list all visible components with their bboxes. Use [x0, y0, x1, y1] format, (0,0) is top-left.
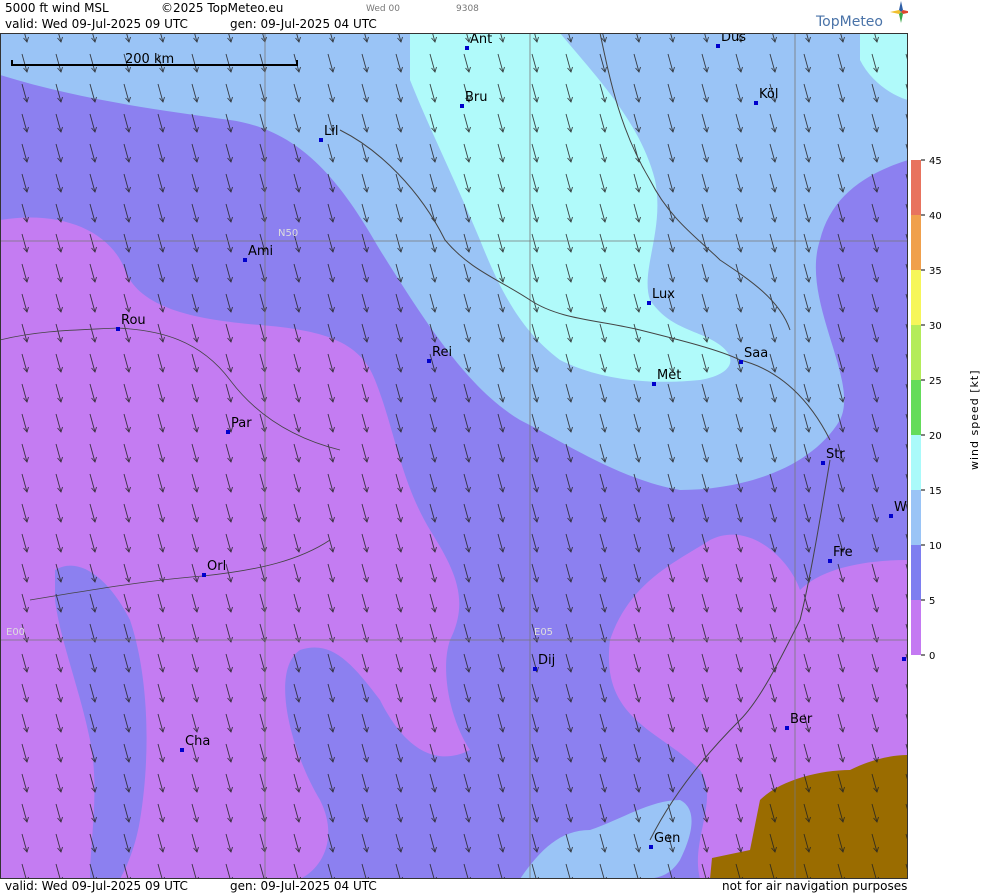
legend-tick-label: 15: [929, 486, 942, 497]
legend-swatch: [911, 215, 921, 270]
city-dot: [243, 258, 247, 262]
city-dot: [533, 667, 537, 671]
city-dot: [116, 327, 120, 331]
grid-label-n50: N50: [278, 228, 299, 239]
legend-swatch: [911, 545, 921, 600]
legend-tick-label: 25: [929, 376, 942, 387]
city-label[interactable]: Met: [657, 368, 681, 383]
legend-tick-label: 5: [929, 596, 935, 607]
city-dot: [319, 138, 323, 142]
legend-tick-label: 10: [929, 541, 942, 552]
city-dot: [465, 46, 469, 50]
city-label[interactable]: Bru: [465, 90, 488, 105]
footer-generated-time: gen: 09-Jul-2025 04 UTC: [230, 879, 377, 893]
grid-label-e05: E05: [534, 627, 554, 638]
legend-colorbar: 45 40 35 30 25 20 15 10 5 0: [911, 156, 942, 662]
legend-tick-label: 0: [929, 651, 935, 662]
city-dot: [427, 359, 431, 363]
city-dot: [785, 726, 789, 730]
legend-tick-label: 30: [929, 321, 942, 332]
city-label[interactable]: Par: [231, 416, 252, 431]
city-label[interactable]: Saa: [744, 346, 768, 361]
valid-time: valid: Wed 09-Jul-2025 09 UTC: [5, 17, 188, 31]
brand-logo: TopMeteo: [816, 14, 883, 30]
city-label[interactable]: Rei: [432, 345, 452, 360]
legend-swatch: [911, 600, 921, 655]
legend-swatch: [911, 325, 921, 380]
city-dot: [739, 360, 743, 364]
city-label[interactable]: W: [894, 500, 907, 515]
city-dot: [902, 657, 906, 661]
legend-swatch: [911, 380, 921, 435]
city-label[interactable]: Rou: [121, 313, 146, 328]
footer-valid-time: valid: Wed 09-Jul-2025 09 UTC: [5, 879, 188, 893]
run-code-label: 9308: [456, 4, 479, 14]
product-title: 5000 ft wind MSL: [5, 1, 109, 15]
legend-swatch: [911, 490, 921, 545]
city-dot: [202, 573, 206, 577]
city-dot: [754, 101, 758, 105]
city-label[interactable]: Orl: [207, 559, 226, 574]
city-dot: [647, 301, 651, 305]
grid-label-e00: E00: [6, 627, 26, 638]
city-label[interactable]: Lux: [652, 287, 675, 302]
city-dot: [652, 382, 656, 386]
city-dot: [649, 845, 653, 849]
legend-tick-label: 35: [929, 266, 942, 277]
generated-time: gen: 09-Jul-2025 04 UTC: [230, 17, 377, 31]
legend-title: wind speed [kt]: [968, 369, 981, 471]
legend-tick-label: 45: [929, 156, 942, 167]
city-label[interactable]: Lil: [324, 124, 338, 139]
city-dot: [180, 748, 184, 752]
wind-field: [1, 34, 907, 878]
city-label[interactable]: Ber: [790, 712, 812, 727]
city-dot: [226, 430, 230, 434]
city-dot: [716, 44, 720, 48]
city-dot: [821, 461, 825, 465]
city-label[interactable]: Dij: [538, 653, 555, 668]
city-label[interactable]: Ami: [248, 244, 273, 259]
city-dot: [460, 104, 464, 108]
scale-label: 200 km: [125, 52, 175, 67]
legend-tick-label: 40: [929, 211, 942, 222]
legend-swatch: [911, 435, 921, 490]
brand-name: TopMeteo: [816, 14, 883, 30]
run-day-label: Wed 00: [366, 4, 400, 14]
city-label[interactable]: Ant: [470, 34, 492, 47]
wind-speed-legend: 45 40 35 30 25 20 15 10 5 0 wind speed [kt]: [908, 0, 1000, 893]
disclaimer-text: not for air navigation purposes: [722, 879, 908, 893]
city-label[interactable]: Fre: [833, 545, 853, 560]
legend-swatch: [911, 160, 921, 215]
city-label[interactable]: Str: [826, 447, 845, 462]
copyright-text: ©2025 TopMeteo.eu: [161, 1, 284, 15]
city-label[interactable]: Köl: [759, 87, 778, 102]
city-label[interactable]: Gen: [654, 831, 680, 846]
wind-map[interactable]: 200 km N50 E00 E05 Ant Düs Bru Köl Lil Ami Rou…: [0, 33, 908, 879]
city-dot: [828, 559, 832, 563]
legend-tick-label: 20: [929, 431, 942, 442]
city-label[interactable]: Düs: [721, 34, 746, 45]
city-label[interactable]: Cha: [185, 734, 210, 749]
legend-swatch: [911, 270, 921, 325]
city-dot: [889, 514, 893, 518]
